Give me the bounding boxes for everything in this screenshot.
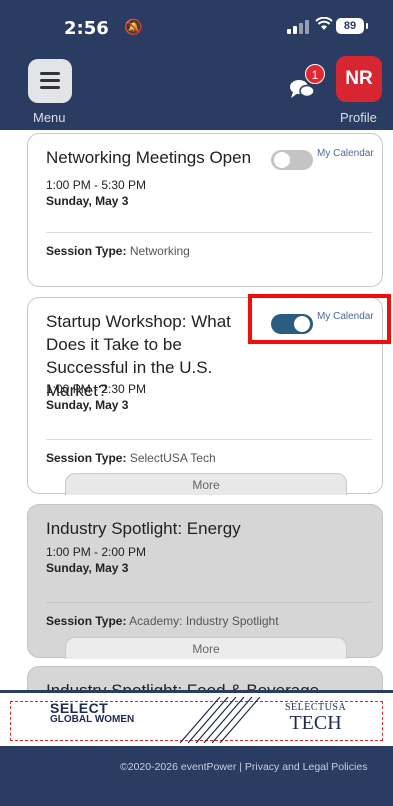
- calendar-toggle-highlight: [248, 294, 391, 344]
- session-type-label: Session Type:: [46, 451, 127, 465]
- app-header: Menu 1 NR Profile: [0, 50, 393, 130]
- footer: ©2020-2026 eventPower | Privacy and Lega…: [0, 748, 393, 806]
- session-type-label: Session Type:: [46, 614, 127, 628]
- session-type-value: Academy: Industry Spotlight: [129, 614, 279, 628]
- signal-icon: [287, 20, 309, 34]
- menu-label: Menu: [33, 110, 66, 125]
- session-type-value: SelectUSA Tech: [129, 451, 216, 465]
- my-calendar-toggle[interactable]: [271, 150, 313, 170]
- more-button[interactable]: More: [65, 473, 347, 495]
- select-global-women-logo: SELECT GLOBAL WOMEN: [50, 700, 135, 725]
- session-type-value: Networking: [129, 244, 190, 258]
- divider: [46, 602, 372, 603]
- session-title: Industry Spotlight: Food & Beverage: [46, 679, 346, 690]
- profile-button[interactable]: NR: [336, 56, 382, 102]
- footer-links[interactable]: ©2020-2026 eventPower | Privacy and Lega…: [120, 761, 367, 773]
- selectusa-tech-logo: SELECTUSA TECH: [285, 702, 346, 733]
- session-time: 1:00 PM - 5:30 PM: [46, 178, 147, 192]
- logo-line: SELECT: [50, 700, 109, 716]
- notification-badge: 1: [305, 64, 325, 84]
- my-calendar-label: My Calendar: [317, 148, 374, 159]
- session-title: Industry Spotlight: Energy: [46, 519, 241, 538]
- logo-line: TECH: [289, 712, 342, 734]
- more-button[interactable]: More: [65, 637, 347, 659]
- profile-label: Profile: [340, 110, 377, 125]
- session-type: Session Type: Networking: [46, 244, 190, 258]
- bell-slash-icon: 🔕: [124, 19, 143, 36]
- status-time: 2:56: [64, 18, 109, 39]
- divider: [46, 439, 372, 440]
- divider: [46, 232, 372, 233]
- session-type-label: Session Type:: [46, 244, 127, 258]
- logo-line: GLOBAL WOMEN: [50, 714, 135, 725]
- session-time: 1:00 PM - 2:30 PM: [46, 382, 147, 396]
- session-card[interactable]: Networking Meetings Open My Calendar 1:0…: [27, 133, 383, 287]
- session-list: Networking Meetings Open My Calendar 1:0…: [0, 130, 393, 690]
- stripes-graphic: [179, 697, 261, 743]
- session-card[interactable]: Industry Spotlight: Energy 1:00 PM - 2:0…: [27, 504, 383, 659]
- session-day: Sunday, May 3: [46, 194, 129, 208]
- session-day: Sunday, May 3: [46, 398, 129, 412]
- session-card[interactable]: Industry Spotlight: Food & Beverage: [27, 666, 383, 690]
- status-bar: 2:56 🔕 89: [0, 0, 393, 50]
- session-type: Session Type: Academy: Industry Spotligh…: [46, 614, 279, 628]
- session-day: Sunday, May 3: [46, 561, 129, 575]
- session-time: 1:00 PM - 2:00 PM: [46, 545, 147, 559]
- sponsor-banner: SELECT GLOBAL WOMEN SELECTUSA TECH: [0, 690, 393, 746]
- menu-button[interactable]: [28, 59, 72, 103]
- wifi-icon: [315, 16, 333, 36]
- battery-icon: 89: [336, 18, 368, 34]
- session-type: Session Type: SelectUSA Tech: [46, 451, 216, 465]
